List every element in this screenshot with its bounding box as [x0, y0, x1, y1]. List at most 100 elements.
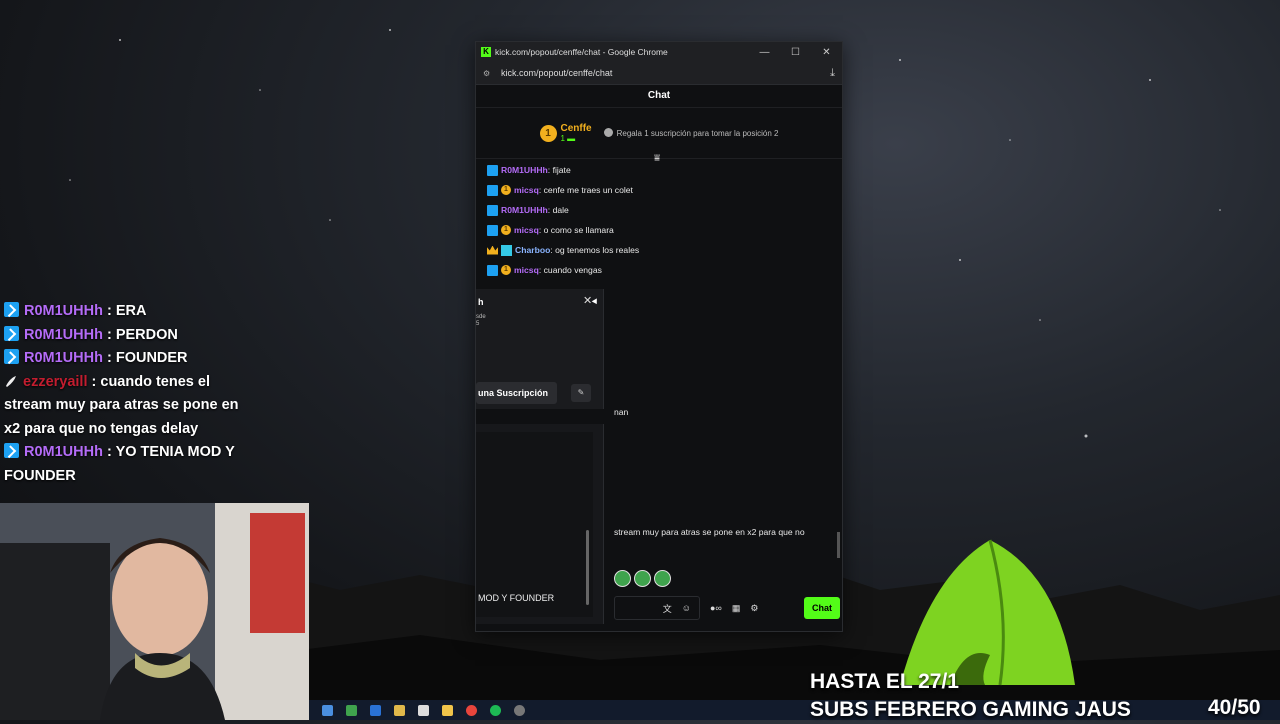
chat-username[interactable]: micsq	[514, 185, 539, 195]
popup-info-line: 5	[476, 321, 480, 327]
browser-window: K kick.com/popout/cenffe/chat - Google C…	[475, 41, 843, 632]
spotify-icon[interactable]	[490, 704, 501, 716]
gift-count-value: 1	[560, 134, 565, 143]
chat-input[interactable]: 文 ☺	[614, 596, 700, 620]
grid-badge-icon	[501, 244, 512, 256]
overlay-chat-line: R0M1UHHh : PERDON	[4, 324, 239, 348]
chat-text: : cuando vengas	[538, 265, 602, 275]
emoji-icon[interactable]: ☺	[682, 603, 691, 613]
maximize-icon[interactable]: ☐	[780, 47, 811, 58]
site-settings-icon[interactable]: ⚙	[483, 69, 495, 78]
overlay-message: : FOUNDER	[102, 350, 188, 366]
sub-goal-date: HASTA EL 27/1	[810, 670, 959, 693]
window-title: kick.com/popout/cenffe/chat - Google Chr…	[495, 47, 668, 57]
chat-input-bar: 文 ☺ ●∞ ▦ ⚙ Chat	[614, 594, 842, 622]
taskbar-app-icon[interactable]	[346, 704, 357, 716]
overlay-username: R0M1UHHh	[24, 303, 103, 319]
sub-coin-icon: 1	[501, 185, 511, 195]
pepper-icon	[6, 375, 16, 387]
sub-goal-overlay: HASTA EL 27/1 SUBS FEBRERO GAMING JAUS	[810, 668, 1131, 724]
minimize-icon[interactable]: —	[749, 47, 780, 58]
verified-badge-icon	[487, 184, 498, 196]
chat-username[interactable]: Charboo	[515, 245, 550, 255]
chat-message: R0M1UHHh: fijate	[476, 160, 842, 180]
overlay-message: : ERA	[102, 303, 147, 319]
chat-message: R0M1UHHh: dale	[476, 200, 842, 220]
taskbar-app-icon[interactable]	[322, 704, 333, 716]
emote-icon[interactable]	[654, 570, 671, 587]
history-scrollbar[interactable]	[586, 530, 589, 605]
overlay-username: R0M1UHHh	[24, 350, 103, 366]
chat-username[interactable]: micsq	[514, 265, 539, 275]
chat-username[interactable]: R0M1UHHh	[501, 205, 548, 215]
overlay-message: : PERDON	[102, 326, 178, 343]
gift-subscription-button[interactable]: una Suscripción	[476, 382, 557, 404]
gift-note-text: Regala 1 suscripción para tomar la posic…	[616, 129, 779, 138]
store-icon[interactable]: ▦	[732, 603, 741, 614]
chat-text: : fijate	[547, 165, 571, 175]
overlay-username: R0M1UHHh	[24, 326, 103, 343]
chat-header-title: Chat	[476, 85, 842, 108]
emote-icon[interactable]	[614, 570, 631, 587]
url-text[interactable]: kick.com/popout/cenffe/chat	[501, 68, 612, 78]
gift-count: 1 ▬	[560, 134, 576, 143]
taskbar-app-icon[interactable]	[418, 704, 429, 716]
download-icon[interactable]: ⤓	[830, 67, 835, 80]
overlay-chat-line: R0M1UHHh : FOUNDER	[4, 347, 239, 371]
mute-icon[interactable]: ✎	[571, 384, 591, 402]
settings-icon[interactable]: ⚙	[750, 603, 758, 614]
user-popup-card: h sde 5 ✕ una Suscripción ✎	[476, 289, 604, 409]
send-chat-button[interactable]: Chat	[804, 597, 840, 619]
chat-text: : o como se llamara	[538, 225, 614, 235]
verified-badge-icon	[4, 443, 19, 458]
verified-badge-icon	[4, 325, 19, 341]
taskbar-app-icon[interactable]	[370, 704, 381, 716]
gift-note: Regala 1 suscripción para tomar la posic…	[603, 128, 779, 138]
overlay-chat-line: R0M1UHHh : YO TENIA MOD Y FOUNDER	[4, 441, 239, 488]
webcam-feed	[0, 503, 309, 720]
address-bar[interactable]: ⚙ kick.com/popout/cenffe/chat ⤓	[476, 62, 842, 85]
chat-username[interactable]: R0M1UHHh	[501, 165, 548, 175]
emote-icon[interactable]	[634, 570, 651, 587]
translate-icon[interactable]: 文	[663, 602, 672, 615]
top-gifter-name[interactable]: Cenffe	[561, 123, 592, 134]
taskbar-app-icon[interactable]	[442, 704, 453, 716]
chat-text: : dale	[547, 205, 569, 215]
stream-chat-overlay: R0M1UHHh : ERA R0M1UHHh : PERDON R0M1UHH…	[4, 300, 239, 488]
overlay-username: R0M1UHHh	[24, 444, 103, 460]
mouse-cursor-icon	[591, 298, 600, 306]
rank-coin-icon: 1	[539, 124, 557, 142]
taskbar-app-icon[interactable]	[514, 704, 525, 716]
taskbar-app-icon[interactable]	[394, 704, 405, 716]
kicks-icon[interactable]: ●∞	[710, 603, 722, 613]
top-gifter-banner: 1 Cenffe 1 ▬ Regala 1 suscripción para t…	[476, 108, 842, 164]
emote-row	[614, 570, 671, 587]
taskbar	[309, 700, 1280, 720]
chat-message: 1 micsq: cuando vengas	[476, 260, 842, 278]
verified-badge-icon	[4, 302, 19, 317]
chat-message: Charboo: og tenemos los reales	[476, 240, 842, 260]
verified-badge-icon	[487, 204, 498, 216]
history-panel	[476, 432, 593, 617]
sub-coin-icon: 1	[501, 225, 511, 235]
close-window-icon[interactable]: ✕	[811, 47, 842, 58]
verified-badge-icon	[4, 349, 19, 364]
gift-icon	[603, 128, 613, 137]
verified-badge-icon	[487, 164, 498, 176]
chat-username[interactable]: micsq	[514, 225, 539, 235]
overlay-chat-line: R0M1UHHh : ERA	[4, 300, 239, 324]
history-message: MOD Y FOUNDER	[478, 593, 555, 603]
chrome-icon[interactable]	[466, 704, 477, 716]
chat-text: : cenfe me traes un colet	[538, 185, 633, 195]
sub-coin-icon: 1	[501, 265, 511, 275]
chat-scrollbar[interactable]	[837, 532, 840, 558]
kick-logo-icon: K	[481, 47, 491, 57]
chat-text: : og tenemos los reales	[550, 245, 640, 255]
chat-text-fragment: nan	[614, 407, 629, 417]
popup-message-history: MOD Y FOUNDER	[476, 424, 604, 624]
chat-message: 1 micsq: o como se llamara	[476, 220, 842, 240]
overlay-chat-line: ezzeryaill : cuando tenes el stream muy …	[4, 371, 239, 442]
chat-message-list: R0M1UHHh: fijate 1 micsq: cenfe me traes …	[476, 160, 842, 278]
chat-text-fragment: stream muy para atras se pone en x2 para…	[614, 527, 805, 537]
popup-info-line: sde	[476, 314, 486, 320]
